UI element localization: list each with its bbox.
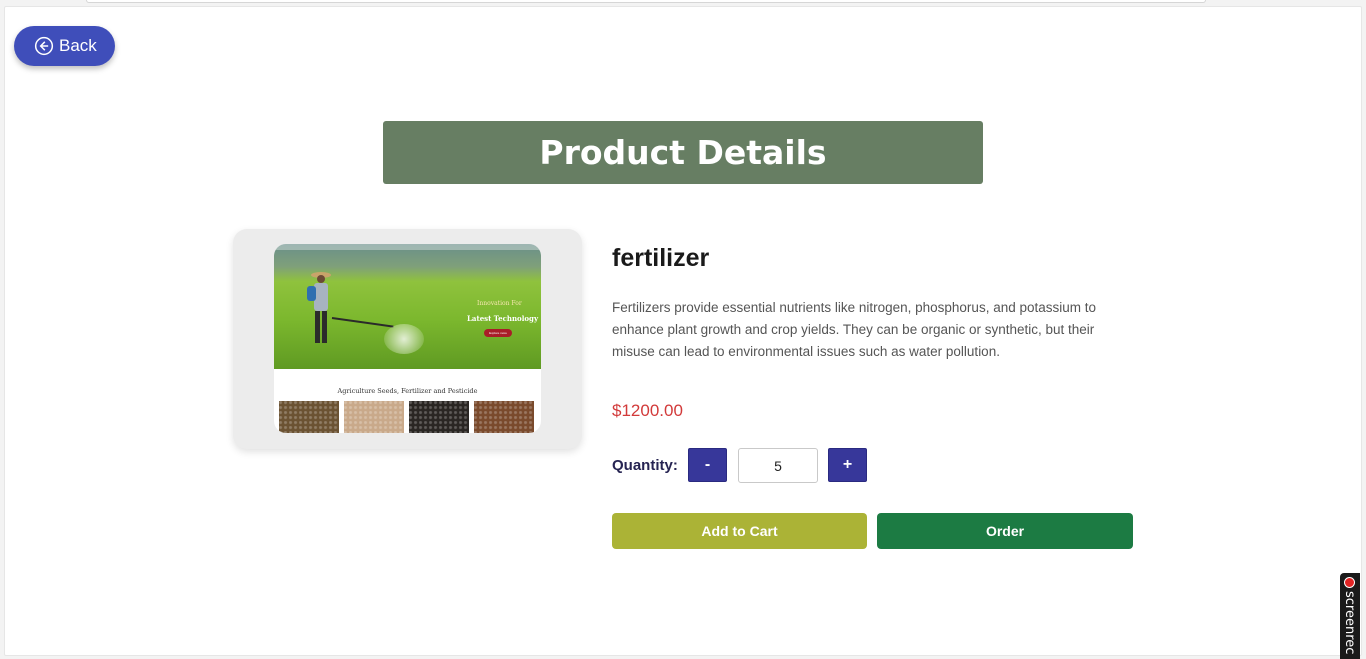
back-label: Back: [59, 36, 97, 55]
farmer-figure: [307, 272, 331, 343]
hero-line-1: Innovation For: [477, 300, 522, 307]
decrease-quantity-button[interactable]: -: [688, 448, 727, 482]
image-section-title: Agriculture Seeds, Fertilizer and Pestic…: [337, 387, 478, 395]
hero-button: Explore more: [484, 329, 512, 337]
product-description: Fertilizers provide essential nutrients …: [612, 300, 1097, 359]
image-thumbnails: [279, 401, 534, 433]
screen-recorder-badge[interactable]: screenrec: [1340, 573, 1360, 659]
hero-line-2: Latest Technology: [467, 314, 539, 323]
thumbnail-red-soil: [474, 401, 534, 433]
thumbnail-brown-seeds: [279, 401, 339, 433]
image-navbar: [274, 244, 541, 250]
thumbnail-light-seeds: [344, 401, 404, 433]
record-dot-icon: [1344, 577, 1355, 588]
browser-top-edge: [86, 0, 1206, 3]
order-button[interactable]: Order: [877, 513, 1133, 549]
product-name: fertilizer: [612, 244, 710, 272]
add-to-cart-button[interactable]: Add to Cart: [612, 513, 867, 549]
quantity-input[interactable]: [738, 448, 818, 483]
spray-wand: [331, 317, 394, 328]
arrow-left-circle-icon: [34, 36, 54, 56]
spray-mist: [384, 324, 424, 354]
thumbnail-dark-soil: [409, 401, 469, 433]
product-image: Innovation For Latest Technology Explore…: [274, 244, 541, 433]
product-image-frame: Innovation For Latest Technology Explore…: [233, 229, 582, 449]
increase-quantity-button[interactable]: +: [828, 448, 867, 482]
image-hero: Innovation For Latest Technology Explore…: [274, 244, 541, 369]
page-title: Product Details: [539, 133, 827, 172]
page-title-banner: Product Details: [383, 121, 983, 184]
product-price: $1200.00: [612, 401, 683, 420]
recorder-label: screenrec: [1342, 591, 1357, 655]
quantity-label: Quantity:: [612, 457, 678, 474]
back-button[interactable]: Back: [14, 26, 115, 66]
